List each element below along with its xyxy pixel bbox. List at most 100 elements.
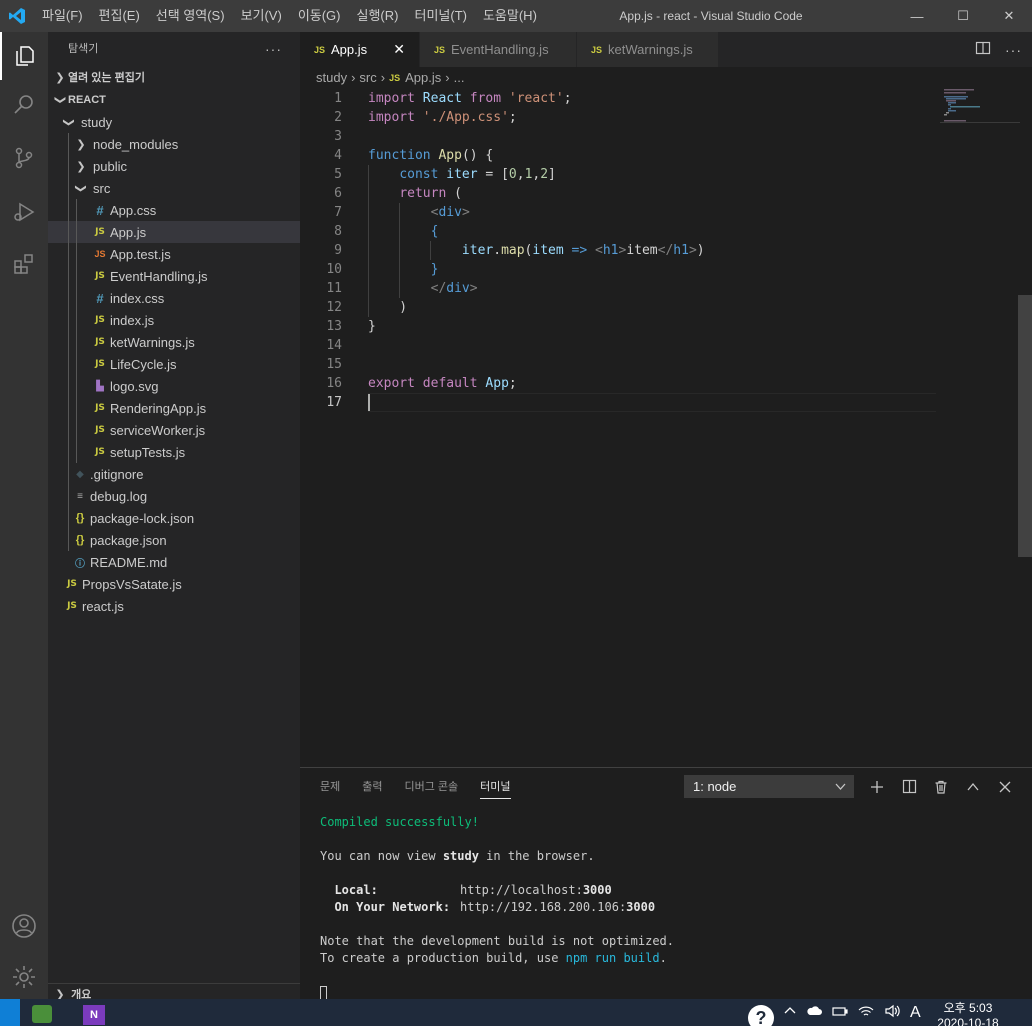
menu-view[interactable]: 보기(V) (233, 0, 290, 32)
breadcrumb-study[interactable]: study (316, 67, 347, 89)
tab-eventhandling-js[interactable]: JS EventHandling.js (420, 32, 577, 67)
taskbar-app-icon[interactable] (32, 1005, 52, 1023)
code-editor[interactable]: 1 2 3 4 5 6 7 8 9 10 11 12 13 14 15 16 17 import React f… (300, 89, 1032, 767)
explorer-icon[interactable] (0, 32, 48, 80)
js-file-icon: JS (591, 44, 603, 55)
new-terminal-icon[interactable] (868, 778, 886, 796)
menu-help[interactable]: 도움말(H) (475, 0, 545, 32)
more-actions-icon[interactable]: ··· (265, 32, 282, 67)
wifi-icon[interactable] (858, 1004, 874, 1021)
terminal-select[interactable]: 1: node (684, 775, 854, 798)
start-button[interactable] (0, 999, 20, 1026)
tree-item[interactable]: JS RenderingApp.js (48, 397, 300, 419)
maximize-button[interactable]: ☐ (940, 0, 986, 32)
js-file-icon: JS (389, 73, 401, 83)
menu-file[interactable]: 파일(F) (34, 0, 91, 32)
tree-item[interactable]: ◆ .gitignore (48, 463, 300, 485)
project-section[interactable]: ❯ REACT (48, 89, 300, 111)
tab-ketwarnings-js[interactable]: JS ketWarnings.js (577, 32, 719, 67)
tab-debug-console[interactable]: 디버그 콘솔 (405, 778, 459, 794)
terminal-url: http://192.168.200.106: (460, 900, 627, 914)
clock-time: 오후 5:03 (943, 1001, 993, 1015)
tree-item[interactable]: JS setupTests.js (48, 441, 300, 463)
tree-item[interactable]: ❯ public (48, 155, 300, 177)
tree-item[interactable]: JS index.js (48, 309, 300, 331)
file-tree: ❯ study ❯ node_modules ❯ public ❯ src # App.css JS… (48, 111, 300, 617)
split-terminal-icon[interactable] (900, 778, 918, 796)
terminal-output[interactable]: Compiled successfully! You can now view … (320, 814, 674, 1001)
project-label: REACT (68, 94, 106, 106)
close-panel-icon[interactable] (996, 778, 1014, 796)
help-icon[interactable]: ? (748, 1004, 774, 1026)
split-editor-icon[interactable] (975, 40, 991, 59)
bottom-panel: 문제 출력 디버그 콘솔 터미널 1: node Compiled succes… (300, 767, 1032, 1001)
tab-output[interactable]: 출력 (362, 778, 382, 794)
menu-run[interactable]: 실행(R) (349, 0, 407, 32)
menu-selection[interactable]: 선택 영역(S) (148, 0, 233, 32)
clock[interactable]: 오후 5:03 2020-10-18 (928, 1001, 1008, 1026)
tree-item-label: EventHandling.js (110, 268, 208, 284)
settings-gear-icon[interactable] (0, 953, 48, 1001)
tree-item[interactable]: ≡ debug.log (48, 485, 300, 507)
chevron-up-icon[interactable] (784, 1005, 796, 1020)
tab-problems[interactable]: 문제 (320, 778, 340, 794)
cloud-icon[interactable] (806, 1005, 822, 1020)
code-line: </div> (430, 281, 478, 296)
tab-app-js[interactable]: JS App.js ✕ (300, 32, 420, 67)
code-line: iter.map(item => <h1>item</h1>) (461, 243, 705, 258)
more-actions-icon[interactable]: ··· (1005, 42, 1022, 58)
terminal-port: 3000 (582, 883, 612, 897)
account-icon[interactable] (0, 902, 48, 950)
close-window-button[interactable]: ✕ (986, 0, 1032, 32)
minimize-button[interactable]: — (894, 0, 940, 32)
tree-item[interactable]: JS serviceWorker.js (48, 419, 300, 441)
chevron-right-icon: › (351, 70, 356, 85)
tree-item[interactable]: JS App.test.js (48, 243, 300, 265)
menu-edit[interactable]: 편집(E) (91, 0, 148, 32)
open-editors-section[interactable]: ❯ 열려 있는 편집기 (48, 67, 300, 89)
extensions-icon[interactable] (0, 240, 48, 288)
vertical-scrollbar[interactable] (1018, 295, 1032, 557)
tree-item[interactable]: ⓘ README.md (48, 551, 300, 573)
maximize-panel-icon[interactable] (964, 778, 982, 796)
tree-item[interactable]: ❯ node_modules (48, 133, 300, 155)
ime-indicator[interactable]: A (910, 1004, 921, 1022)
tree-item[interactable]: ❯ src (48, 177, 300, 199)
breadcrumb-src[interactable]: src (359, 67, 376, 89)
tree-item[interactable]: JS LifeCycle.js (48, 353, 300, 375)
tree-item-label: react.js (82, 598, 124, 614)
menu-terminal[interactable]: 터미널(T) (406, 0, 474, 32)
tree-item[interactable]: JS PropsVsSatate.js (48, 573, 300, 595)
run-debug-icon[interactable] (0, 188, 48, 236)
tree-item[interactable]: ▙ logo.svg (48, 375, 300, 397)
line-number-text: 15 (326, 357, 342, 372)
tree-item[interactable]: {} package.json (48, 529, 300, 551)
tree-item[interactable]: # App.css (48, 199, 300, 221)
chevron-down-icon: ❯ (74, 183, 87, 193)
minimap[interactable] (940, 89, 1020, 129)
tree-item[interactable]: {} package-lock.json (48, 507, 300, 529)
js-file-icon: JS (95, 447, 105, 457)
tree-item[interactable]: JS EventHandling.js (48, 265, 300, 287)
breadcrumb-symbol[interactable]: ... (454, 67, 465, 89)
tree-item[interactable]: JS react.js (48, 595, 300, 617)
terminal-url: http://localhost: (460, 883, 583, 897)
source-control-icon[interactable] (0, 134, 48, 182)
trash-icon[interactable] (932, 778, 950, 796)
js-file-icon: JS (67, 601, 77, 611)
breadcrumb-file[interactable]: App.js (405, 67, 441, 89)
code-line: const iter = [0,1,2] (399, 167, 556, 182)
tab-terminal[interactable]: 터미널 (480, 778, 511, 799)
info-file-icon: ⓘ (75, 558, 85, 570)
menu-go[interactable]: 이동(G) (290, 0, 349, 32)
tree-item[interactable]: JS ketWarnings.js (48, 331, 300, 353)
onenote-icon[interactable]: N (83, 1005, 105, 1025)
tree-item[interactable]: ❯ study (48, 111, 300, 133)
close-tab-icon[interactable]: ✕ (391, 41, 407, 58)
js-file-icon: JS (95, 227, 105, 237)
battery-icon[interactable] (832, 1005, 848, 1020)
volume-icon[interactable] (884, 1004, 900, 1021)
search-icon[interactable] (0, 80, 48, 128)
tree-item[interactable]: JS App.js (48, 221, 300, 243)
tree-item[interactable]: # index.css (48, 287, 300, 309)
